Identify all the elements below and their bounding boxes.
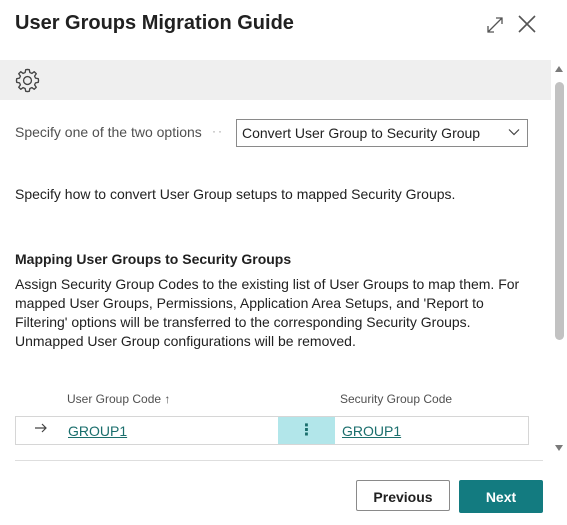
mapping-heading: Mapping User Groups to Security Groups	[15, 251, 292, 267]
description-text: Specify how to convert User Group setups…	[15, 186, 456, 202]
user-group-code-link[interactable]: GROUP1	[68, 423, 127, 439]
scroll-down-arrow-icon[interactable]	[555, 445, 563, 451]
mapping-description: Assign Security Group Codes to the exist…	[15, 276, 520, 349]
column-header-security-group-code[interactable]: Security Group Code	[340, 392, 452, 406]
action-toolbar	[0, 60, 551, 100]
dialog-title: User Groups Migration Guide	[15, 12, 294, 34]
options-select[interactable]: Convert User Group to Security Group	[236, 119, 528, 147]
row-actions-menu[interactable]: ⋮	[278, 417, 335, 444]
scroll-up-arrow-icon[interactable]	[555, 66, 563, 72]
footer-divider	[15, 460, 543, 461]
scrollbar-thumb[interactable]	[555, 82, 564, 340]
gear-icon[interactable]	[14, 67, 41, 94]
previous-button[interactable]: Previous	[356, 480, 450, 511]
arrow-right-icon	[35, 423, 47, 433]
expand-icon[interactable]	[484, 14, 506, 36]
close-icon[interactable]	[515, 12, 539, 36]
chevron-down-icon	[508, 129, 520, 136]
options-selected-value: Convert User Group to Security Group	[242, 125, 481, 141]
next-button[interactable]: Next	[459, 480, 543, 513]
options-label: Specify one of the two options	[15, 124, 202, 140]
column-header-user-group-code[interactable]: User Group Code ↑	[67, 392, 170, 406]
vertical-scrollbar[interactable]	[551, 60, 567, 460]
table-row[interactable]: GROUP1 ⋮ GROUP1	[15, 416, 529, 445]
security-group-code-link[interactable]: GROUP1	[342, 423, 401, 439]
field-separator-dots: ··	[212, 124, 224, 138]
